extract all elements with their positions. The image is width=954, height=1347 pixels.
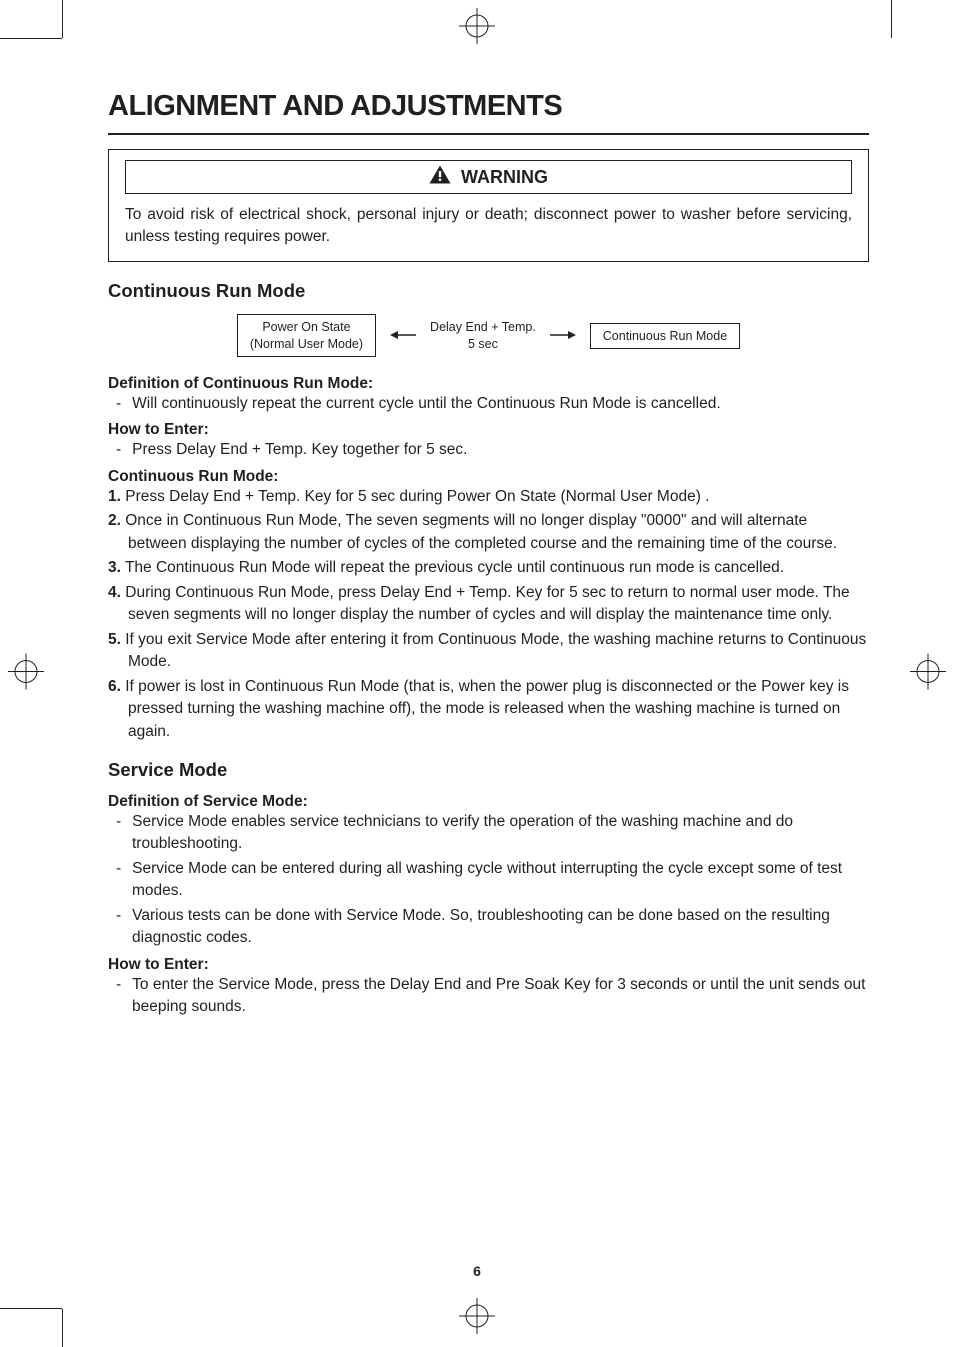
definition-heading: Definition of Continuous Run Mode: xyxy=(108,375,869,393)
list-item: 2. Once in Continuous Run Mode, The seve… xyxy=(108,510,869,555)
page-number: 6 xyxy=(473,1263,481,1279)
registration-mark-icon xyxy=(459,1298,495,1339)
flow-mid-text: Delay End + Temp. 5 sec xyxy=(430,319,536,352)
warning-icon xyxy=(429,165,451,189)
crop-mark xyxy=(62,1309,63,1347)
step-text: During Continuous Run Mode, press Delay … xyxy=(125,584,849,623)
page-title: ALIGNMENT AND ADJUSTMENTS xyxy=(108,90,869,123)
service-enter-heading: How to Enter: xyxy=(108,956,869,974)
crop-mark xyxy=(891,0,892,38)
step-text: If you exit Service Mode after entering … xyxy=(125,631,866,670)
title-underline xyxy=(108,133,869,135)
page-content: ALIGNMENT AND ADJUSTMENTS WARNING To avo… xyxy=(108,90,869,1021)
warning-label: WARNING xyxy=(461,167,548,188)
list-item: Will continuously repeat the current cyc… xyxy=(108,393,869,415)
arrow-left-icon xyxy=(390,327,416,345)
step-text: Once in Continuous Run Mode, The seven s… xyxy=(125,512,837,551)
list-item: Various tests can be done with Service M… xyxy=(108,905,869,950)
step-text: The Continuous Run Mode will repeat the … xyxy=(125,559,784,576)
crop-mark xyxy=(0,1308,62,1309)
flow-text: 5 sec xyxy=(430,336,536,352)
crop-mark xyxy=(62,0,63,38)
registration-mark-icon xyxy=(8,653,44,694)
flow-text: (Normal User Mode) xyxy=(250,336,363,352)
continuous-heading: Continuous Run Mode xyxy=(108,280,869,302)
list-item: 5. If you exit Service Mode after enteri… xyxy=(108,629,869,674)
list-item: Service Mode enables service technicians… xyxy=(108,811,869,856)
arrow-right-icon xyxy=(550,327,576,345)
step-text: Press Delay End + Temp. Key for 5 sec du… xyxy=(125,488,709,505)
warning-header: WARNING xyxy=(125,160,852,194)
registration-mark-icon xyxy=(910,653,946,694)
list-item: 1. Press Delay End + Temp. Key for 5 sec… xyxy=(108,486,869,508)
flow-box-start: Power On State (Normal User Mode) xyxy=(237,314,376,357)
flow-text: Power On State xyxy=(250,319,363,335)
step-text: If power is lost in Continuous Run Mode … xyxy=(125,678,849,740)
registration-mark-icon xyxy=(459,8,495,49)
flow-diagram: Power On State (Normal User Mode) Delay … xyxy=(108,314,869,357)
crop-mark xyxy=(0,38,62,39)
list-item: 4. During Continuous Run Mode, press Del… xyxy=(108,582,869,627)
list-item: 3. The Continuous Run Mode will repeat t… xyxy=(108,557,869,579)
list-item: Service Mode can be entered during all w… xyxy=(108,858,869,903)
service-heading: Service Mode xyxy=(108,759,869,781)
mode-heading: Continuous Run Mode: xyxy=(108,468,869,486)
warning-body: To avoid risk of electrical shock, perso… xyxy=(125,204,852,247)
warning-box: WARNING To avoid risk of electrical shoc… xyxy=(108,149,869,262)
list-item: To enter the Service Mode, press the Del… xyxy=(108,974,869,1019)
service-def-heading: Definition of Service Mode: xyxy=(108,793,869,811)
flow-text: Delay End + Temp. xyxy=(430,319,536,335)
list-item: Press Delay End + Temp. Key together for… xyxy=(108,439,869,461)
list-item: 6. If power is lost in Continuous Run Mo… xyxy=(108,676,869,743)
flow-box-end: Continuous Run Mode xyxy=(590,323,740,349)
how-to-enter-heading: How to Enter: xyxy=(108,421,869,439)
